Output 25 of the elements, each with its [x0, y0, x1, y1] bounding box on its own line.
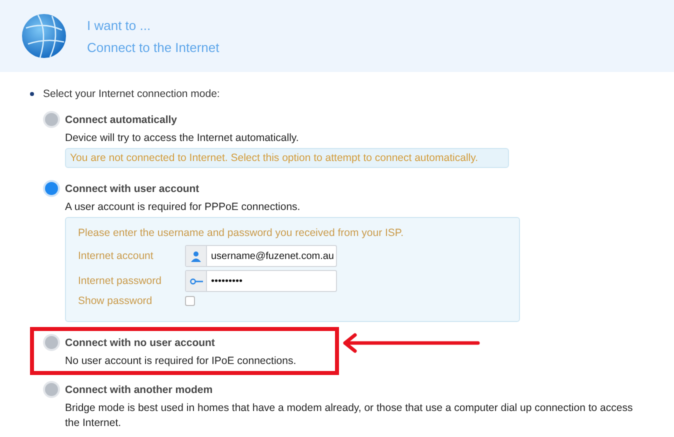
option-description: No user account is required for IPoE connections.	[65, 354, 298, 369]
radio-button[interactable]	[45, 182, 58, 195]
user-icon	[191, 250, 201, 262]
option-description: Bridge mode is best used in homes that have a modem already, or those that use a computer dial up connection to access the Internet.	[65, 401, 634, 431]
header-subtitle: Connect to the Internet	[87, 40, 220, 54]
key-icon	[190, 278, 202, 284]
form-hint: Please enter the username and password you received from your ISP.	[78, 227, 404, 239]
option-description: A user account is required for PPPoE connections.	[65, 200, 302, 215]
field-label: Internet account	[78, 250, 154, 262]
radio-button[interactable]	[45, 113, 58, 126]
header-title: I want to ...	[87, 18, 152, 32]
field-label: Internet password	[78, 275, 162, 287]
notice-message: You are not connected to Internet. Select this option to attempt to connect automatically.	[65, 148, 509, 168]
field-label: Show password	[78, 295, 154, 307]
option-description: Device will try to access the Internet automatically.	[65, 131, 300, 146]
option-title: Connect with another modem	[65, 384, 213, 396]
radio-button[interactable]	[45, 383, 58, 396]
option-title: Connect with no user account	[65, 336, 215, 348]
option-title: Connect with user account	[65, 182, 200, 194]
prompt-text: Select your Internet connection mode:	[43, 88, 220, 100]
radio-button[interactable]	[45, 336, 58, 349]
globe-icon	[20, 12, 68, 60]
show-password-checkbox[interactable]	[185, 296, 195, 306]
option-title: Connect automatically	[65, 114, 178, 126]
bullet-dot	[30, 92, 34, 96]
